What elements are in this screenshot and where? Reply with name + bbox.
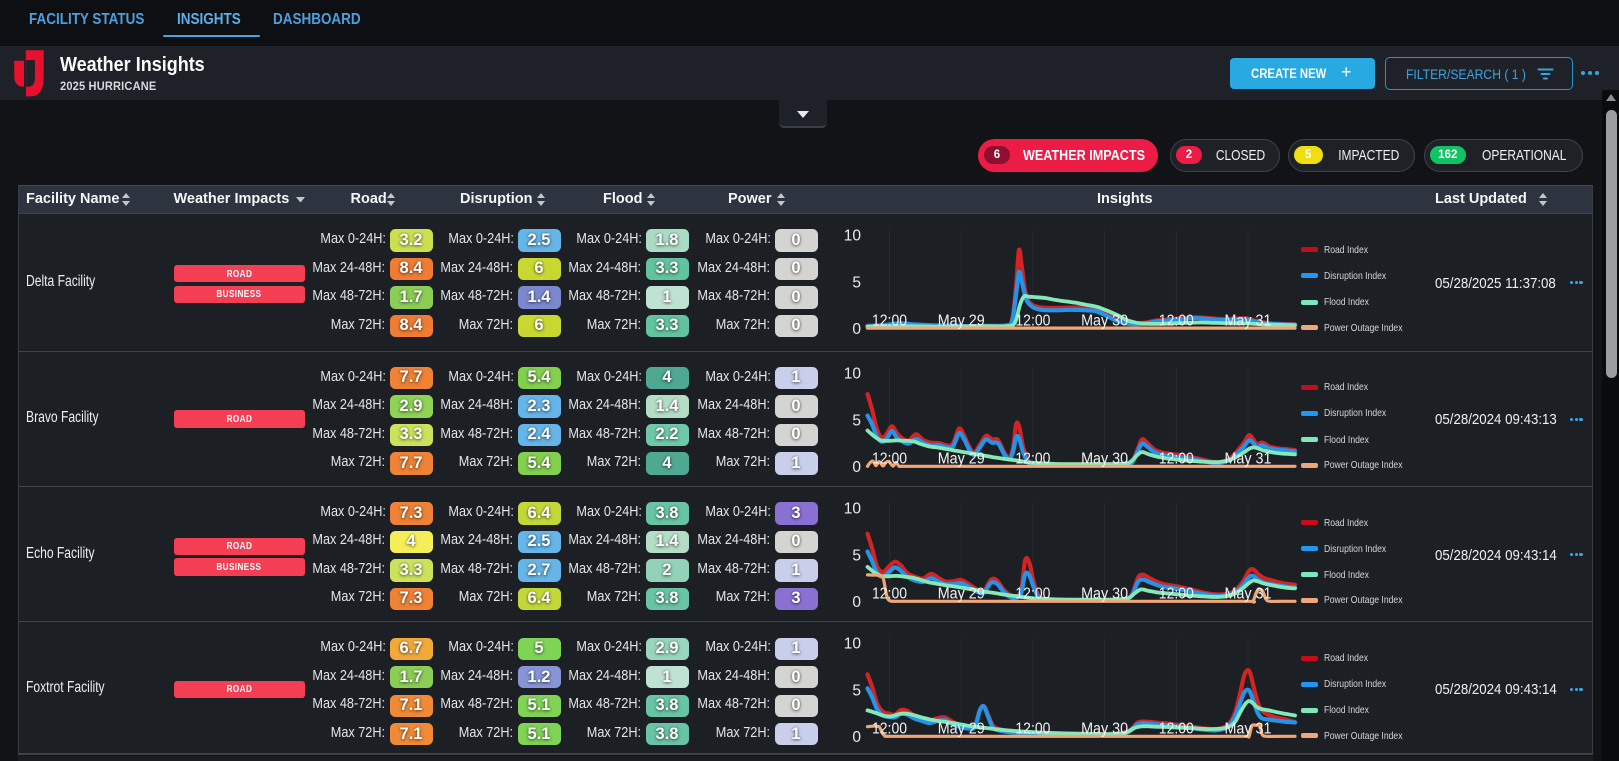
svg-text:12:00: 12:00 [872, 450, 907, 467]
svg-text:0: 0 [852, 321, 861, 338]
svg-text:May 30: May 30 [1081, 585, 1128, 602]
svg-text:12:00: 12:00 [1159, 721, 1194, 738]
svg-text:0: 0 [852, 594, 861, 611]
svg-text:0: 0 [852, 459, 861, 476]
svg-text:10: 10 [844, 365, 862, 382]
svg-text:May 30: May 30 [1081, 721, 1128, 738]
svg-text:12:00: 12:00 [1015, 721, 1050, 738]
svg-text:May 30: May 30 [1081, 313, 1128, 330]
svg-text:May 31: May 31 [1225, 450, 1272, 467]
svg-text:May 30: May 30 [1081, 450, 1128, 467]
svg-text:12:00: 12:00 [872, 313, 907, 330]
svg-text:12:00: 12:00 [1159, 585, 1194, 602]
svg-text:12:00: 12:00 [1159, 450, 1194, 467]
svg-text:12:00: 12:00 [1159, 313, 1194, 330]
svg-text:12:00: 12:00 [872, 721, 907, 738]
svg-text:5: 5 [852, 683, 861, 700]
svg-text:10: 10 [844, 228, 862, 245]
svg-text:12:00: 12:00 [872, 585, 907, 602]
svg-text:May 29: May 29 [938, 721, 985, 738]
svg-text:12:00: 12:00 [1015, 585, 1050, 602]
svg-text:5: 5 [852, 275, 861, 292]
svg-text:May 31: May 31 [1225, 313, 1272, 330]
svg-text:May 31: May 31 [1225, 585, 1272, 602]
svg-text:5: 5 [852, 547, 861, 564]
svg-text:May 31: May 31 [1225, 721, 1272, 738]
svg-text:5: 5 [852, 412, 861, 429]
svg-text:12:00: 12:00 [1015, 450, 1050, 467]
svg-text:0: 0 [852, 729, 861, 746]
svg-text:May 29: May 29 [938, 313, 985, 330]
svg-text:10: 10 [844, 636, 862, 653]
svg-text:May 29: May 29 [938, 585, 985, 602]
svg-text:May 29: May 29 [938, 450, 985, 467]
svg-text:10: 10 [844, 501, 862, 518]
svg-text:12:00: 12:00 [1015, 313, 1050, 330]
